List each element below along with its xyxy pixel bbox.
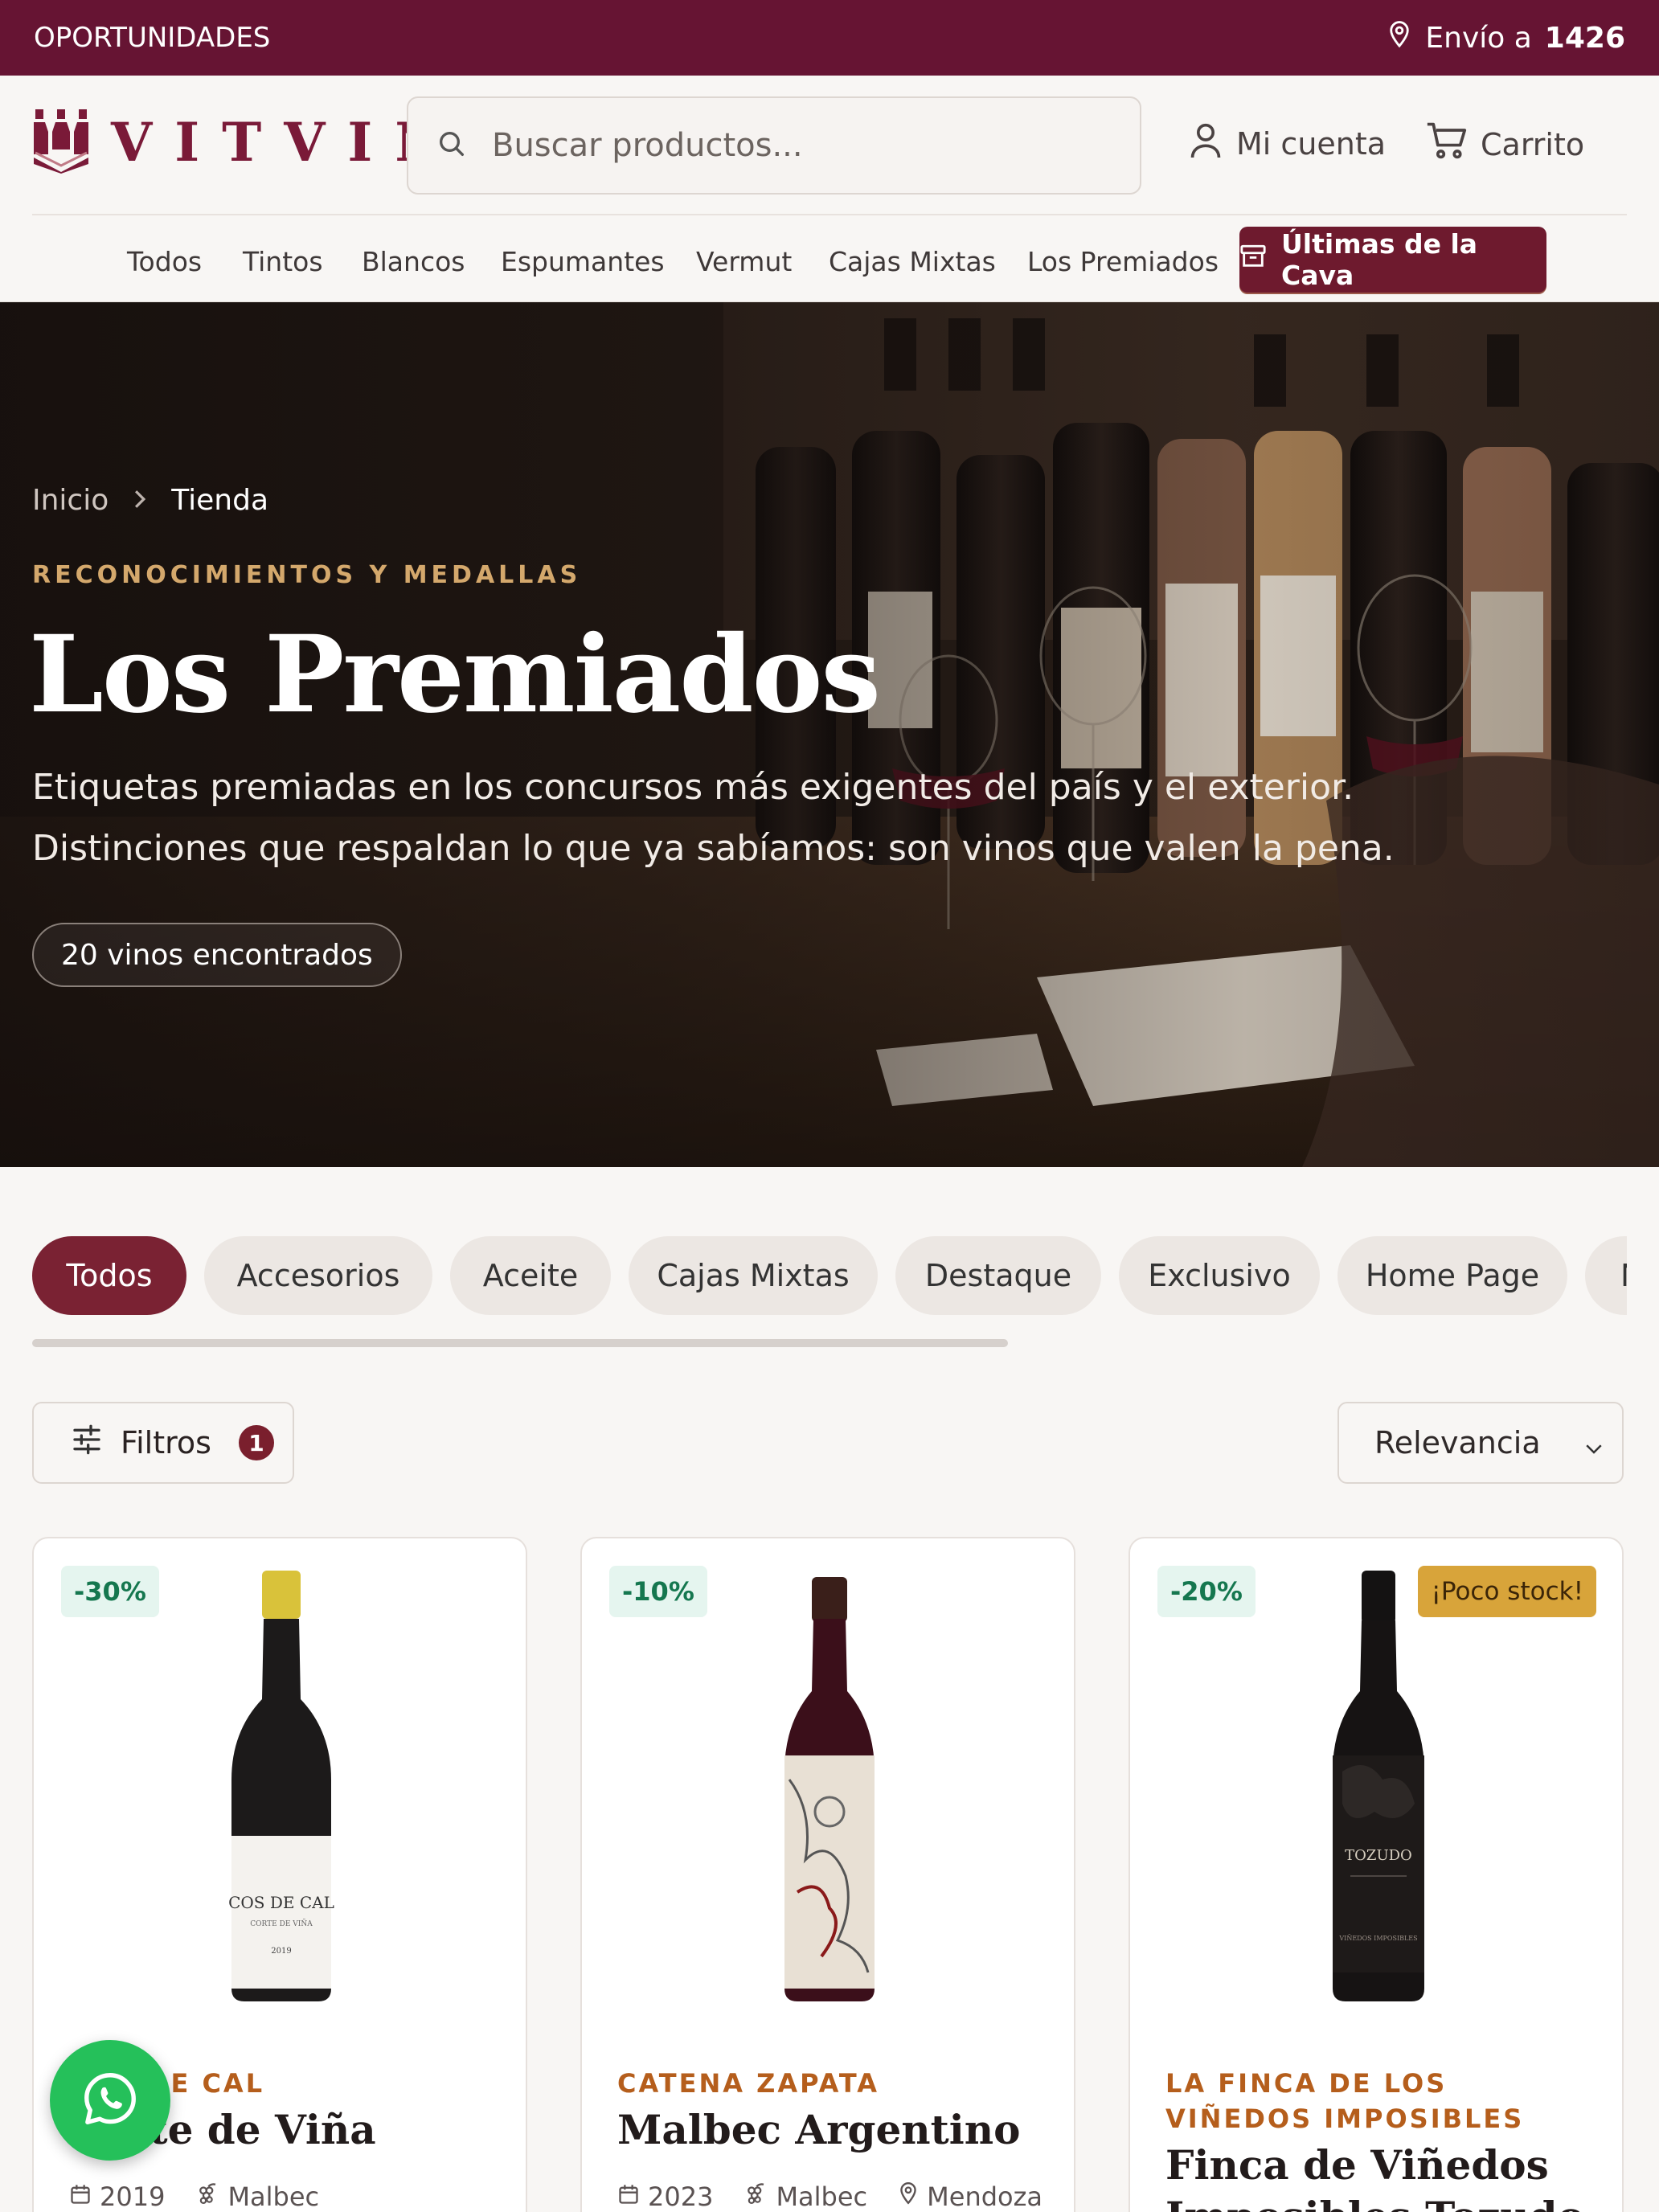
nav-item-espumantes[interactable]: Espumantes: [501, 246, 665, 277]
svg-text:2019: 2019: [271, 1947, 291, 1956]
header-divider: [32, 214, 1627, 215]
product-image: COS DE CAL CORTE DE VIÑA 2019: [228, 1571, 334, 2001]
category-chips: Todos Accesorios Aceite Cajas Mixtas Des…: [32, 1236, 1627, 1315]
product-grape: Malbec: [776, 2181, 868, 2212]
svg-text:CORTE DE VIÑA: CORTE DE VIÑA: [250, 1919, 313, 1928]
archive-icon: [1239, 244, 1267, 276]
special-nav-label: Últimas de la Cava: [1281, 228, 1478, 291]
filters-count-badge: 1: [238, 1425, 274, 1460]
whatsapp-button[interactable]: [50, 2040, 170, 2161]
site-header: VITVIN Mi cuenta Carrito Todos Tintos Bl…: [0, 76, 1659, 302]
wine-bottles-logo-icon: [32, 108, 90, 177]
low-stock-badge: ¡Poco stock!: [1418, 1566, 1596, 1617]
sort-select[interactable]: Relevancia: [1337, 1402, 1624, 1484]
cart-label: Carrito: [1481, 126, 1585, 162]
chips-scrollbar[interactable]: [32, 1339, 1008, 1347]
promo-bar: OPORTUNIDADES Envío a 1426: [0, 0, 1659, 76]
nav-item-vermut[interactable]: Vermut: [696, 246, 792, 277]
shipping-label: Envío a: [1425, 21, 1532, 55]
nav-item-todos[interactable]: Todos: [127, 246, 202, 277]
search-bar[interactable]: [407, 96, 1141, 195]
hero-description-line-2: Distinciones que respaldan lo que ya sab…: [32, 828, 1395, 869]
nav-item-los-premiados[interactable]: Los Premiados: [1027, 246, 1219, 277]
results-count-badge: 20 vinos encontrados: [32, 923, 402, 987]
page-title: Los Premiados: [29, 612, 881, 737]
discount-badge: -20%: [1157, 1566, 1256, 1617]
breadcrumb-home-link[interactable]: Inicio: [32, 484, 109, 517]
grape-icon: [195, 2181, 219, 2212]
svg-text:VIÑEDOS IMPOSIBLES: VIÑEDOS IMPOSIBLES: [1338, 1935, 1417, 1942]
product-image: [784, 1577, 875, 2001]
nav-item-ultimas-de-la-cava[interactable]: Últimas de la Cava: [1239, 227, 1546, 293]
whatsapp-icon: [81, 2070, 139, 2131]
breadcrumb: Inicio Tienda: [32, 484, 268, 517]
account-link[interactable]: Mi cuenta: [1188, 121, 1386, 166]
filters-label: Filtros: [121, 1425, 211, 1460]
discount-badge: -10%: [609, 1566, 707, 1617]
nav-item-cajas-mixtas[interactable]: Cajas Mixtas: [829, 246, 996, 277]
filters-button[interactable]: Filtros 1: [32, 1402, 294, 1484]
chip-partial[interactable]: N: [1585, 1236, 1627, 1315]
hero-description-line-1: Etiquetas premiadas en los concursos más…: [32, 767, 1354, 808]
product-card[interactable]: -20% ¡Poco stock! TOZUDO VIÑEDOS IMPOSIB…: [1129, 1537, 1624, 2212]
product-grape: Malbec: [227, 2181, 320, 2212]
sliders-icon: [71, 1423, 103, 1463]
sort-value: Relevancia: [1374, 1425, 1541, 1460]
shipping-postal-code: 1426: [1544, 21, 1625, 55]
chip-destaque[interactable]: Destaque: [895, 1236, 1101, 1315]
location-pin-icon: [1387, 20, 1412, 56]
grape-icon: [743, 2181, 768, 2212]
product-meta: 2019 Malbec: [69, 2181, 337, 2212]
product-name[interactable]: Finca de Viñedos Imposibles Tozudo: [1165, 2140, 1616, 2212]
calendar-icon: [69, 2181, 92, 2212]
cart-link[interactable]: Carrito: [1426, 121, 1584, 168]
breadcrumb-current: Tienda: [171, 484, 269, 517]
search-icon: [436, 128, 468, 163]
svg-text:TOZUDO: TOZUDO: [1345, 1847, 1412, 1864]
chevron-down-icon: [1582, 1432, 1606, 1468]
product-meta: 2023 Malbec Mendoza: [617, 2181, 1060, 2212]
product-year: 2023: [648, 2181, 714, 2212]
category-nav: Todos Tintos Blancos Espumantes Vermut C…: [0, 225, 1659, 302]
chip-todos[interactable]: Todos: [32, 1236, 186, 1315]
svg-text:COS DE CAL: COS DE CAL: [228, 1893, 334, 1912]
product-name[interactable]: Malbec Argentino: [617, 2104, 1067, 2156]
product-year: 2019: [100, 2181, 166, 2212]
logo[interactable]: VITVIN: [32, 108, 466, 177]
chip-exclusivo[interactable]: Exclusivo: [1119, 1236, 1320, 1315]
hero-eyebrow: RECONOCIMIENTOS Y MEDALLAS: [32, 561, 582, 589]
hero-banner: Inicio Tienda RECONOCIMIENTOS Y MEDALLAS…: [0, 302, 1659, 1167]
chip-home-page[interactable]: Home Page: [1337, 1236, 1567, 1315]
product-card[interactable]: -10% CATENA ZAPATA Malbec Argentino 2023…: [580, 1537, 1075, 2212]
search-input[interactable]: [492, 127, 1103, 164]
location-pin-icon: [898, 2181, 919, 2212]
hero-description: Etiquetas premiadas en los concursos más…: [32, 757, 1479, 879]
discount-badge: -30%: [61, 1566, 159, 1617]
product-winery: CATENA ZAPATA: [617, 2068, 880, 2099]
calendar-icon: [617, 2181, 640, 2212]
shipping-selector[interactable]: Envío a 1426: [1387, 20, 1625, 56]
chip-aceite[interactable]: Aceite: [450, 1236, 611, 1315]
chip-accesorios[interactable]: Accesorios: [204, 1236, 432, 1315]
user-icon: [1188, 121, 1223, 166]
nav-item-blancos[interactable]: Blancos: [362, 246, 465, 277]
chip-cajas-mixtas[interactable]: Cajas Mixtas: [629, 1236, 878, 1315]
nav-item-tintos[interactable]: Tintos: [243, 246, 323, 277]
product-image: TOZUDO VIÑEDOS IMPOSIBLES: [1333, 1571, 1424, 2001]
chevron-right-icon: [133, 484, 147, 517]
account-label: Mi cuenta: [1236, 125, 1387, 162]
product-winery: LA FINCA DE LOS VIÑEDOS IMPOSIBLES: [1165, 2068, 1525, 2134]
promo-link[interactable]: OPORTUNIDADES: [34, 22, 270, 54]
cart-icon: [1426, 121, 1468, 168]
product-region: Mendoza: [927, 2181, 1043, 2212]
